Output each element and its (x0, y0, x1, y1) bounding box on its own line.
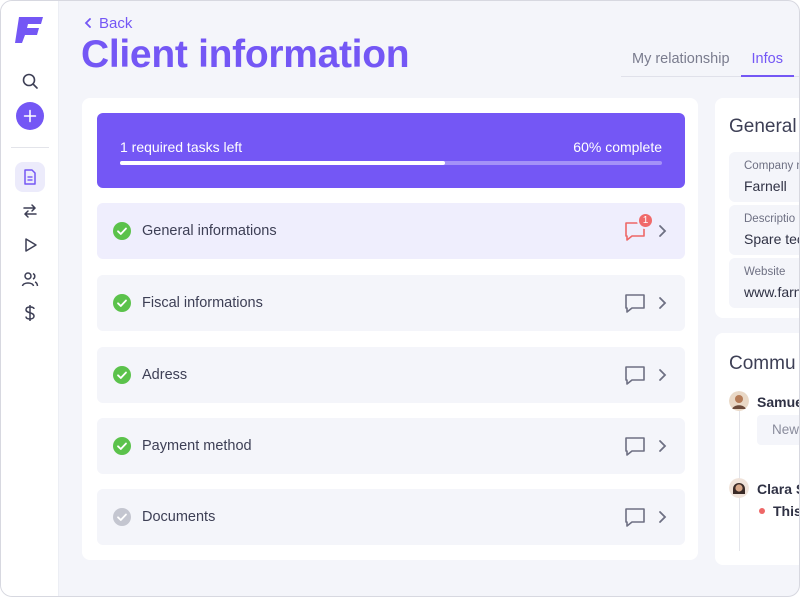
section-label: Fiscal informations (142, 295, 263, 311)
avatar (729, 478, 749, 498)
field-value: www.farn (744, 284, 800, 300)
general-info-panel: General i Company n Farnell Descriptio S… (715, 98, 800, 318)
sidebar-item-users[interactable] (15, 264, 45, 294)
message-text: This (773, 503, 800, 519)
check-circle-icon (113, 366, 131, 384)
general-info-heading: General i (729, 116, 800, 137)
comment-count-badge: 1 (637, 212, 654, 229)
author-name: Samue (757, 394, 800, 410)
field-value: Farnell (744, 178, 787, 194)
check-circle-icon (113, 437, 131, 455)
chevron-right-icon (659, 369, 667, 381)
communication-heading: Commu (729, 353, 796, 374)
field-label: Company n (744, 160, 800, 172)
section-row-general[interactable]: General informations 1 (97, 203, 685, 259)
comment-icon[interactable] (624, 435, 646, 457)
comment-icon[interactable] (624, 506, 646, 528)
check-circle-pending-icon (113, 508, 131, 526)
chevron-right-icon (659, 225, 667, 237)
comment-icon[interactable] (624, 364, 646, 386)
tab-infos[interactable]: Infos (740, 43, 794, 77)
sidebar-divider (11, 147, 49, 148)
sidebar-item-billing[interactable] (15, 298, 45, 328)
logo-icon[interactable] (15, 15, 45, 45)
website-field[interactable]: Website www.farn (729, 258, 800, 308)
section-row-adress[interactable]: Adress (97, 347, 685, 403)
progress-bar (120, 161, 662, 165)
unread-dot (759, 508, 765, 514)
users-icon (21, 272, 39, 287)
section-row-fiscal[interactable]: Fiscal informations (97, 275, 685, 331)
tab-my-relationship[interactable]: My relationship (621, 43, 741, 77)
section-label: Documents (142, 509, 216, 525)
search-button[interactable] (15, 66, 45, 96)
check-circle-icon (113, 294, 131, 312)
description-field[interactable]: Descriptio Spare tec (729, 205, 800, 255)
plus-icon (23, 109, 37, 123)
sidebar-item-play[interactable] (15, 230, 45, 260)
section-label: Adress (142, 367, 188, 383)
section-row-documents[interactable]: Documents (97, 489, 685, 545)
tasks-left-text: 1 required tasks left (120, 139, 243, 155)
communication-panel: Commu Samue New Clara S This (715, 333, 800, 565)
message-bubble[interactable]: New (757, 415, 800, 445)
dollar-icon (25, 305, 35, 321)
chevron-left-icon (84, 18, 91, 28)
back-link[interactable]: Back (83, 13, 132, 33)
app-window: Back Client information My relationship … (0, 0, 800, 597)
search-icon (22, 73, 38, 89)
tab-bar: My relationship Infos (621, 43, 799, 77)
company-name-field[interactable]: Company n Farnell (729, 152, 800, 202)
onboarding-panel: 1 required tasks left 60% complete Gener… (82, 98, 698, 560)
sidebar-item-transfers[interactable] (15, 196, 45, 226)
sidebar (1, 1, 59, 596)
comment-icon[interactable] (624, 292, 646, 314)
check-circle-icon (113, 222, 131, 240)
sidebar-item-documents[interactable] (15, 162, 45, 192)
message-text: New (772, 422, 800, 437)
play-icon (25, 238, 37, 252)
field-label: Descriptio (744, 213, 796, 225)
section-row-payment[interactable]: Payment method (97, 418, 685, 474)
document-icon (24, 169, 36, 185)
page-title: Client information (81, 33, 410, 76)
author-name: Clara S (757, 481, 799, 497)
section-label: Payment method (142, 438, 252, 454)
progress-bar-fill (120, 161, 446, 165)
back-label: Back (99, 14, 133, 32)
chevron-right-icon (659, 297, 667, 309)
section-label: General informations (142, 223, 277, 239)
field-label: Website (744, 266, 786, 278)
field-value: Spare tec (744, 231, 800, 247)
chevron-right-icon (659, 511, 667, 523)
complete-percent-text: 60% complete (573, 139, 662, 155)
avatar (729, 391, 749, 411)
progress-card: 1 required tasks left 60% complete (97, 113, 685, 188)
transfer-icon (23, 204, 37, 218)
chevron-right-icon (659, 440, 667, 452)
add-button[interactable] (16, 102, 44, 130)
